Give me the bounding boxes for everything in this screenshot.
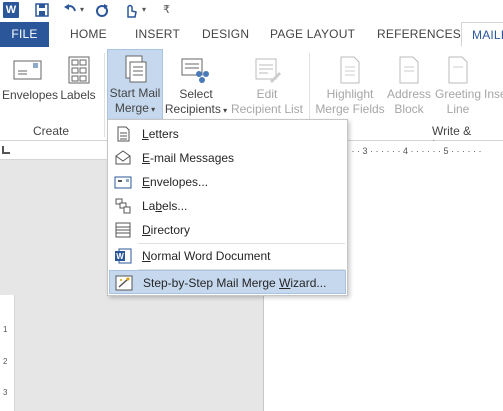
edit-recipient-list-line2: Recipient List [230,102,304,116]
letter-icon [114,126,132,142]
envelopes-label: Envelopes [2,88,59,102]
select-recipients-button[interactable]: Select Recipients ▾ [164,51,228,119]
menu-item-labels[interactable]: Labels... [109,194,346,218]
menu-item-label: E-mail Messages [142,151,235,165]
tab-mailings[interactable]: MAILI [461,22,503,47]
quick-access-toolbar: W ▾ ▾ ₹ [0,0,503,22]
tab-home[interactable]: HOME [70,22,107,47]
start-mail-merge-line1: Start Mail [109,86,161,100]
labels-icon [63,55,93,85]
menu-item-mail-merge-wizard[interactable]: Step-by-Step Mail Merge Wizard... [109,270,346,294]
touch-mode-icon[interactable] [122,1,140,19]
tab-stop-icon[interactable] [2,146,10,154]
highlight-line2: Merge Fields [315,102,385,116]
customize-qat-icon[interactable]: ₹ [163,1,170,19]
labels-label: Labels [60,88,96,102]
group-separator [104,53,105,137]
ruler-ticks: · · · 3 · · · · · · 4 · · · · · · 5 · · … [346,146,482,156]
vertical-ruler: 1 2 3 [0,295,15,411]
menu-item-label: Letters [142,127,179,141]
menu-item-directory[interactable]: Directory [109,218,346,242]
ruler-number: 1 [3,325,8,334]
redo-icon[interactable] [94,1,110,19]
envelope-icon [114,174,132,190]
edit-list-icon [252,55,282,85]
recipients-icon [180,55,212,85]
select-recipients-line2: Recipients [164,102,221,116]
insert-line1: Inse [484,87,503,101]
edit-recipient-list-button[interactable]: Edit Recipient List [230,51,304,119]
tab-page-layout[interactable]: PAGE LAYOUT [270,22,355,47]
document-page[interactable] [263,295,503,411]
chevron-down-icon: ▾ [148,105,156,114]
start-mail-merge-line2: Merge [114,101,149,115]
ruler-number: 2 [3,357,8,366]
greeting-line-line2: Line [446,102,470,116]
menu-item-label: Step-by-Step Mail Merge Wizard... [143,276,327,290]
greeting-line-button[interactable]: Greeting Line [434,51,482,119]
address-block-icon [397,55,421,85]
envelope-icon [13,55,43,85]
highlight-line1: Highlight [326,87,374,101]
envelopes-button[interactable]: Envelopes [2,51,59,111]
labels-button[interactable]: Labels [58,51,98,111]
ribbon-tabs: FILE HOME INSERT DESIGN PAGE LAYOUT REFE… [0,22,503,48]
highlight-icon [338,55,362,85]
ruler-number: 3 [3,388,8,397]
insert-merge-field-button[interactable]: Inse [484,51,503,119]
labels-icon [114,198,132,214]
wizard-icon [115,275,133,291]
menu-item-label: Labels... [142,199,188,213]
chevron-down-icon: ▾ [220,106,228,115]
address-block-line2: Block [394,102,424,116]
highlight-merge-fields-button[interactable]: Highlight Merge Fields [314,51,386,119]
create-group-label: Create [33,124,70,138]
tab-file[interactable]: FILE [0,22,49,47]
menu-item-normal-word-document[interactable]: W Normal Word Document [109,244,346,268]
word-doc-icon: W [114,248,132,264]
start-mail-merge-button[interactable]: Start Mail Merge ▾ [107,49,163,121]
menu-item-envelopes[interactable]: Envelopes... [109,170,346,194]
tab-design[interactable]: DESIGN [202,22,249,47]
menu-item-email-messages[interactable]: E-mail Messages [109,146,346,170]
document-icon [120,54,150,84]
select-recipients-line1: Select [179,87,213,101]
tab-references[interactable]: REFERENCES [377,22,461,47]
menu-item-letters[interactable]: Letters [109,122,346,146]
touch-dropdown-icon[interactable]: ▾ [142,1,146,19]
email-icon [114,150,132,166]
greeting-line-icon [446,55,470,85]
undo-dropdown-icon[interactable]: ▾ [80,1,84,19]
svg-text:W: W [116,252,124,261]
menu-item-label: Envelopes... [142,175,209,189]
menu-item-label: Directory [142,223,191,237]
tab-insert[interactable]: INSERT [135,22,180,47]
address-block-button[interactable]: Address Block [386,51,432,119]
edit-recipient-list-line1: Edit [256,87,278,101]
greeting-line-line1: Greeting [434,87,482,101]
menu-item-label: Normal Word Document [142,249,271,263]
address-block-line1: Address [386,87,432,101]
word-logo-icon: W [3,2,19,18]
directory-icon [114,222,132,238]
save-icon[interactable] [34,1,50,19]
start-mail-merge-menu: Letters E-mail Messages Envelopes... Lab… [107,119,348,296]
undo-icon[interactable] [62,1,78,19]
